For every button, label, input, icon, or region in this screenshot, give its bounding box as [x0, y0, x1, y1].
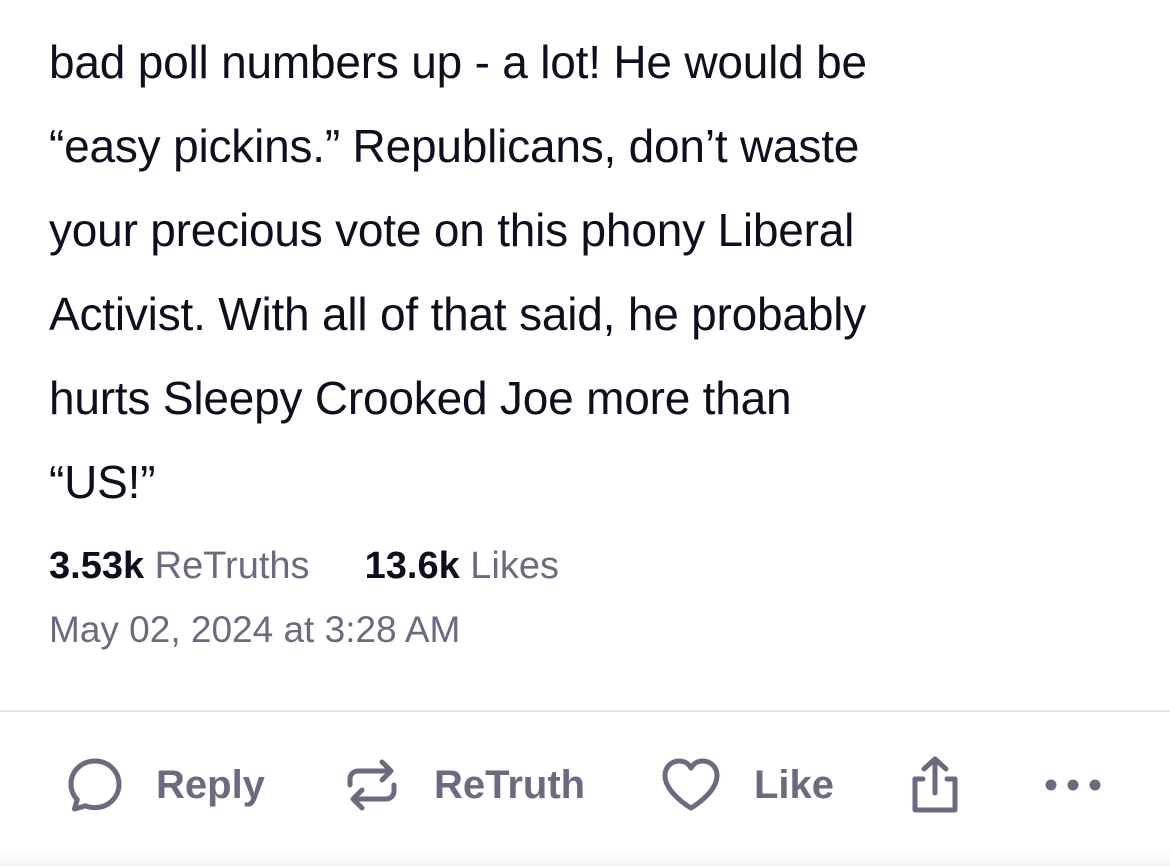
more-options-button[interactable] — [1042, 740, 1104, 830]
post-text-line: bad poll numbers up - a lot! He would be — [49, 36, 867, 88]
retruth-label: ReTruth — [434, 762, 586, 807]
ellipsis-icon — [1042, 775, 1104, 795]
share-upload-icon — [905, 753, 965, 817]
retruths-count: 3.53k — [49, 545, 145, 587]
post-stats: 3.53k ReTruths 13.6k Likes — [49, 538, 559, 594]
repost-arrows-icon — [342, 755, 402, 815]
reply-label: Reply — [156, 762, 265, 807]
share-button[interactable] — [905, 740, 965, 830]
likes-label: Likes — [470, 545, 560, 587]
divider — [0, 710, 1170, 712]
like-label: Like — [754, 762, 835, 807]
heart-icon — [660, 756, 722, 814]
action-bar: Reply ReTruth Like — [0, 740, 1170, 830]
likes-count: 13.6k — [364, 545, 460, 587]
post-text-line: “US!” — [49, 456, 156, 508]
likes-stat[interactable]: 13.6k Likes — [365, 545, 559, 587]
post-timestamp: May 02, 2024 at 3:28 AM — [49, 609, 461, 650]
post-text: bad poll numbers up - a lot! He would be… — [49, 20, 1139, 524]
speech-bubble-icon — [66, 756, 124, 814]
retruths-label: ReTruths — [154, 545, 310, 587]
retruth-button[interactable]: ReTruth — [342, 740, 585, 830]
bottom-shadow — [0, 850, 1170, 866]
post-text-line: hurts Sleepy Crooked Joe more than — [49, 372, 792, 424]
post-text-line: your precious vote on this phony Liberal — [49, 204, 855, 256]
retruths-stat[interactable]: 3.53k ReTruths — [49, 545, 320, 587]
post-text-line: Activist. With all of that said, he prob… — [49, 288, 867, 340]
reply-button[interactable]: Reply — [66, 740, 265, 830]
like-button[interactable]: Like — [660, 740, 834, 830]
post-text-line: “easy pickins.” Republicans, don’t waste — [49, 120, 860, 172]
